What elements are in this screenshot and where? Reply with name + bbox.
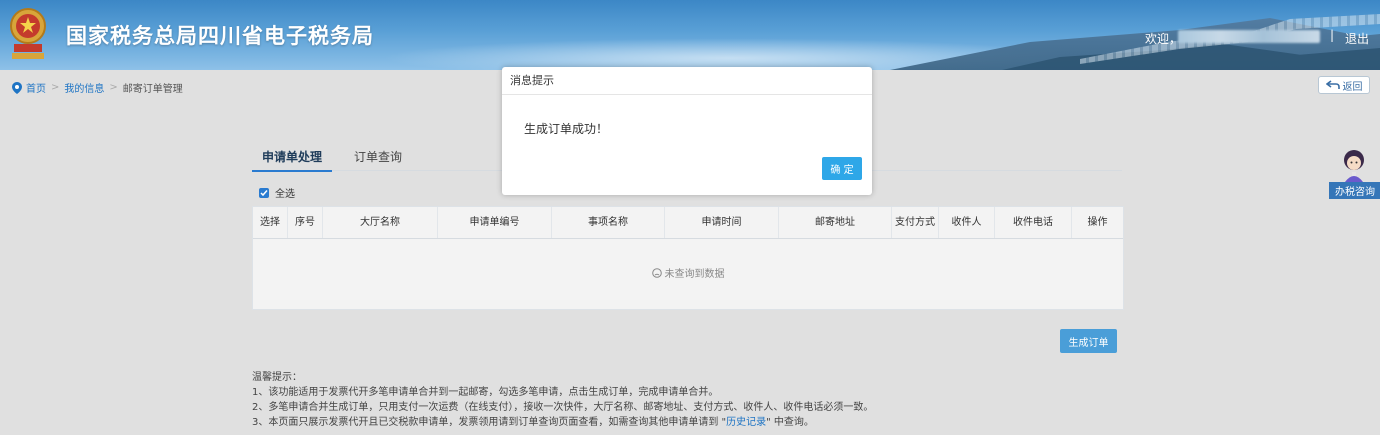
dialog-message: 生成订单成功！ xyxy=(524,122,609,136)
modal-overlay xyxy=(0,0,1380,435)
message-dialog: 消息提示 生成订单成功！ 确 定 xyxy=(502,67,872,195)
confirm-button[interactable]: 确 定 xyxy=(822,157,862,180)
dialog-title: 消息提示 xyxy=(502,67,872,95)
